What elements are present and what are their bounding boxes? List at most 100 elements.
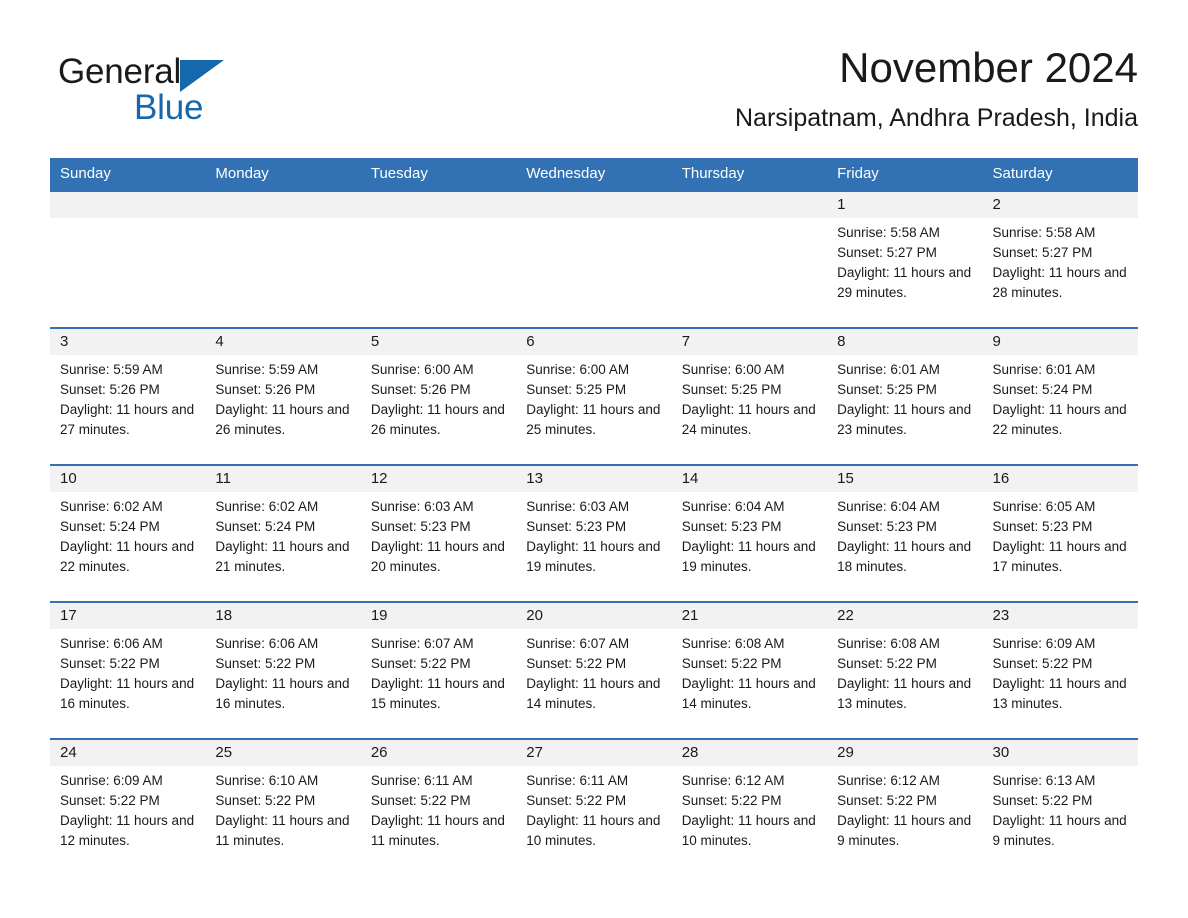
calendar-day-cell[interactable]: 16 Sunrise: 6:05 AM Sunset: 5:23 PM Dayligh… (982, 464, 1138, 602)
daylight-text: Daylight: 11 hours and 20 minutes. (370, 539, 505, 574)
day-cell-content: 16 Sunrise: 6:05 AM Sunset: 5:23 PM Dayligh… (982, 466, 1138, 601)
sunrise-text: Sunrise: 6:12 AM (837, 773, 940, 788)
day-number: 22 (837, 607, 854, 624)
day-number: 13 (526, 470, 543, 487)
sunset-text: Sunset: 5:25 PM (681, 382, 782, 397)
sunrise-text: Sunrise: 5:59 AM (60, 362, 163, 377)
calendar-day-cell[interactable]: 27 Sunrise: 6:11 AM Sunset: 5:22 PM Dayligh… (516, 738, 672, 875)
day-number-band: 17 (50, 603, 206, 629)
daylight-text: Daylight: 11 hours and 13 minutes. (992, 676, 1127, 711)
calendar-week-row: 3 Sunrise: 5:59 AM Sunset: 5:26 PM Daylight… (50, 327, 1138, 465)
calendar-day-cell[interactable]: 5 Sunrise: 6:00 AM Sunset: 5:26 PM Daylight… (360, 327, 517, 465)
calendar-day-cell[interactable]: 24 Sunrise: 6:09 AM Sunset: 5:22 PM Dayligh… (50, 738, 206, 875)
calendar-day-cell[interactable]: 29 Sunrise: 6:12 AM Sunset: 5:22 PM Dayligh… (827, 738, 983, 875)
day-info: Sunrise: 6:01 AM Sunset: 5:25 PM Daylight:… (827, 355, 982, 440)
calendar-day-cell[interactable]: 4 Sunrise: 5:59 AM Sunset: 5:26 PM Daylight… (205, 327, 361, 465)
calendar-day-cell[interactable]: 13 Sunrise: 6:03 AM Sunset: 5:23 PM Dayligh… (516, 464, 672, 602)
sunset-text: Sunset: 5:27 PM (837, 245, 937, 260)
calendar-day-cell[interactable]: 9 Sunrise: 6:01 AM Sunset: 5:24 PM Daylight… (982, 327, 1138, 465)
sunset-text: Sunset: 5:22 PM (837, 793, 937, 808)
sunset-text: Sunset: 5:22 PM (526, 656, 627, 671)
day-info: Sunrise: 5:59 AM Sunset: 5:26 PM Daylight:… (50, 355, 205, 440)
sunset-text: Sunset: 5:23 PM (837, 519, 937, 534)
calendar-day-cell[interactable]: 15 Sunrise: 6:04 AM Sunset: 5:23 PM Dayligh… (827, 464, 983, 602)
day-info: Sunrise: 6:04 AM Sunset: 5:23 PM Daylight:… (672, 492, 827, 577)
day-number-band: 6 (516, 329, 672, 355)
sunrise-text: Sunrise: 6:12 AM (681, 773, 785, 788)
day-number: 24 (60, 744, 77, 761)
sunset-text: Sunset: 5:25 PM (837, 382, 937, 397)
calendar-day-cell[interactable]: 21 Sunrise: 6:08 AM Sunset: 5:22 PM Dayligh… (671, 601, 828, 739)
weekday-header-saturday: Saturday (982, 158, 1138, 191)
daylight-text: Daylight: 11 hours and 15 minutes. (370, 676, 505, 711)
sunset-text: Sunset: 5:23 PM (992, 519, 1093, 534)
sunset-text: Sunset: 5:24 PM (60, 519, 160, 534)
sunset-text: Sunset: 5:27 PM (992, 245, 1093, 260)
daylight-text: Daylight: 11 hours and 22 minutes. (992, 402, 1127, 437)
calendar-day-cell[interactable]: 30 Sunrise: 6:13 AM Sunset: 5:22 PM Dayligh… (982, 738, 1138, 875)
sunset-text: Sunset: 5:26 PM (370, 382, 471, 397)
daylight-text: Daylight: 11 hours and 13 minutes. (837, 676, 972, 711)
calendar-day-cell[interactable]: 25 Sunrise: 6:10 AM Sunset: 5:22 PM Dayligh… (205, 738, 361, 875)
calendar-day-cell[interactable]: 17 Sunrise: 6:06 AM Sunset: 5:22 PM Dayligh… (50, 601, 206, 739)
sunrise-text: Sunrise: 6:08 AM (681, 636, 785, 651)
day-cell-content: 25 Sunrise: 6:10 AM Sunset: 5:22 PM Dayligh… (205, 740, 361, 875)
sunset-text: Sunset: 5:24 PM (992, 382, 1093, 397)
weekday-header-sunday: Sunday (50, 158, 206, 191)
day-number: 6 (526, 333, 535, 350)
calendar-day-cell[interactable]: 8 Sunrise: 6:01 AM Sunset: 5:25 PM Daylight… (827, 327, 983, 465)
day-number: 17 (60, 607, 77, 624)
calendar-day-cell[interactable]: 22 Sunrise: 6:08 AM Sunset: 5:22 PM Dayligh… (827, 601, 983, 739)
calendar-page: General Blue November 2024 Narsipatnam, … (0, 0, 1188, 918)
calendar-day-cell[interactable]: 3 Sunrise: 5:59 AM Sunset: 5:26 PM Daylight… (50, 327, 206, 465)
sunrise-text: Sunrise: 6:13 AM (992, 773, 1096, 788)
sunset-text: Sunset: 5:22 PM (992, 656, 1093, 671)
day-cell-content: 26 Sunrise: 6:11 AM Sunset: 5:22 PM Dayligh… (360, 740, 517, 875)
day-number: 3 (60, 333, 69, 350)
calendar-day-cell[interactable]: 7 Sunrise: 6:00 AM Sunset: 5:25 PM Daylight… (671, 327, 828, 465)
sunrise-text: Sunrise: 6:07 AM (526, 636, 630, 651)
day-number-band: 7 (671, 329, 828, 355)
calendar-day-cell[interactable]: 23 Sunrise: 6:09 AM Sunset: 5:22 PM Dayligh… (982, 601, 1138, 739)
day-number: 11 (215, 470, 231, 487)
day-number: 18 (215, 607, 233, 624)
day-info: Sunrise: 6:00 AM Sunset: 5:26 PM Daylight:… (361, 355, 516, 440)
calendar-day-cell[interactable]: 1 Sunrise: 5:58 AM Sunset: 5:27 PM Daylight… (827, 190, 983, 328)
sunrise-text: Sunrise: 6:07 AM (370, 636, 474, 651)
day-cell-content: 15 Sunrise: 6:04 AM Sunset: 5:23 PM Dayligh… (827, 466, 983, 601)
calendar-day-cell[interactable]: 20 Sunrise: 6:07 AM Sunset: 5:22 PM Dayligh… (516, 601, 672, 739)
sunset-text: Sunset: 5:22 PM (60, 656, 160, 671)
day-cell-content: 20 Sunrise: 6:07 AM Sunset: 5:22 PM Dayligh… (516, 603, 672, 738)
calendar-day-cell[interactable]: 14 Sunrise: 6:04 AM Sunset: 5:23 PM Dayligh… (671, 464, 828, 602)
day-number-band: 10 (50, 466, 206, 492)
daylight-text: Daylight: 11 hours and 21 minutes. (215, 539, 350, 574)
calendar-day-cell[interactable]: 28 Sunrise: 6:12 AM Sunset: 5:22 PM Dayligh… (671, 738, 828, 875)
sunrise-text: Sunrise: 6:02 AM (215, 499, 319, 514)
calendar-table: Sunday Monday Tuesday Wednesday Thursday… (50, 158, 1138, 875)
triangle-logo-icon (180, 59, 225, 92)
sunrise-text: Sunrise: 6:09 AM (60, 773, 163, 788)
daylight-text: Daylight: 11 hours and 19 minutes. (681, 539, 816, 574)
calendar-day-cell[interactable]: 19 Sunrise: 6:07 AM Sunset: 5:22 PM Dayligh… (360, 601, 517, 739)
calendar-day-cell[interactable]: 26 Sunrise: 6:11 AM Sunset: 5:22 PM Dayligh… (360, 738, 517, 875)
day-info: Sunrise: 6:11 AM Sunset: 5:22 PM Daylight:… (361, 766, 516, 851)
day-number-band (516, 192, 672, 218)
daylight-text: Daylight: 11 hours and 11 minutes. (215, 813, 350, 848)
sunset-text: Sunset: 5:22 PM (215, 793, 316, 808)
calendar-day-cell[interactable]: 6 Sunrise: 6:00 AM Sunset: 5:25 PM Daylight… (516, 327, 672, 465)
calendar-day-cell[interactable]: 2 Sunrise: 5:58 AM Sunset: 5:27 PM Daylight… (982, 190, 1138, 328)
calendar-day-cell[interactable]: 12 Sunrise: 6:03 AM Sunset: 5:23 PM Dayligh… (360, 464, 517, 602)
day-info: Sunrise: 6:04 AM Sunset: 5:23 PM Daylight:… (827, 492, 982, 577)
calendar-day-cell[interactable]: 10 Sunrise: 6:02 AM Sunset: 5:24 PM Dayligh… (50, 464, 206, 602)
brand-logo[interactable]: General Blue (58, 52, 318, 132)
sunset-text: Sunset: 5:23 PM (526, 519, 627, 534)
sunset-text: Sunset: 5:23 PM (370, 519, 471, 534)
sunset-text: Sunset: 5:26 PM (215, 382, 316, 397)
daylight-text: Daylight: 11 hours and 27 minutes. (60, 402, 195, 437)
calendar-day-cell[interactable]: 11 Sunrise: 6:02 AM Sunset: 5:24 PM Dayligh… (205, 464, 361, 602)
day-number: 15 (837, 470, 854, 487)
daylight-text: Daylight: 11 hours and 10 minutes. (681, 813, 816, 848)
calendar-day-cell[interactable]: 18 Sunrise: 6:06 AM Sunset: 5:22 PM Dayligh… (205, 601, 361, 739)
sunrise-text: Sunrise: 6:06 AM (215, 636, 319, 651)
day-cell-content: 1 Sunrise: 5:58 AM Sunset: 5:27 PM Daylight… (827, 192, 983, 327)
